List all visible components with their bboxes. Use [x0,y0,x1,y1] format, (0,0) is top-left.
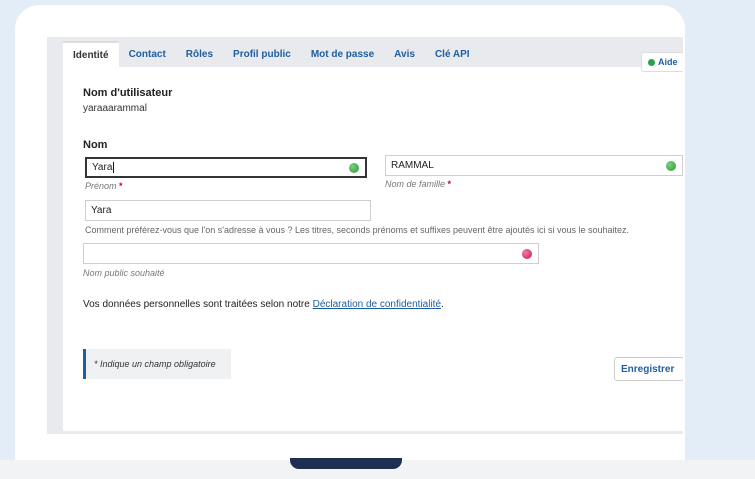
laptop-notch [290,458,402,469]
privacy-link[interactable]: Déclaration de confidentialité [313,299,441,310]
text-caret [113,162,115,173]
public-name-hint: Nom public souhaité [83,268,165,278]
required-fields-note: * Indique un champ obligatoire [83,349,231,379]
name-label: Nom [83,139,108,151]
help-icon [648,58,655,66]
family-name-value: RAMMAL [391,160,434,171]
preferred-name-description: Comment préférez-vous que l'on s'adresse… [85,225,630,235]
globe-icon[interactable] [349,162,359,173]
tab-mot-de-passe[interactable]: Mot de passe [301,41,384,67]
tab-cle-api[interactable]: Clé API [425,41,480,67]
given-name-input[interactable]: Yara [85,157,367,178]
username-value: yaraaarammal [83,103,147,114]
help-button[interactable]: Aide [641,52,683,72]
screen: Identité Contact Rôles Profil public Mot… [47,37,683,434]
public-name-input[interactable] [83,243,539,264]
globe-icon[interactable] [522,248,532,259]
preferred-name-input[interactable]: Yara [85,200,371,221]
globe-icon[interactable] [666,160,676,171]
tab-bar: Identité Contact Rôles Profil public Mot… [63,41,480,67]
preferred-name-value: Yara [91,205,112,216]
privacy-notice: Vos données personnelles sont traitées s… [83,299,444,310]
family-name-hint: Nom de famille * [385,179,452,189]
identity-panel: Nom d'utilisateur yaraaarammal Nom Yara … [63,67,683,431]
save-button[interactable]: Enregistrer [614,357,683,381]
username-label: Nom d'utilisateur [83,87,173,99]
tab-identite[interactable]: Identité [63,41,119,67]
tab-profil-public[interactable]: Profil public [223,41,301,67]
given-name-hint: Prénom * [85,181,123,191]
laptop-frame: Identité Contact Rôles Profil public Mot… [15,5,685,479]
family-name-input[interactable]: RAMMAL [385,155,683,176]
given-name-value: Yara [92,162,113,173]
tab-avis[interactable]: Avis [384,41,425,67]
tab-roles[interactable]: Rôles [176,41,223,67]
tab-contact[interactable]: Contact [119,41,176,67]
